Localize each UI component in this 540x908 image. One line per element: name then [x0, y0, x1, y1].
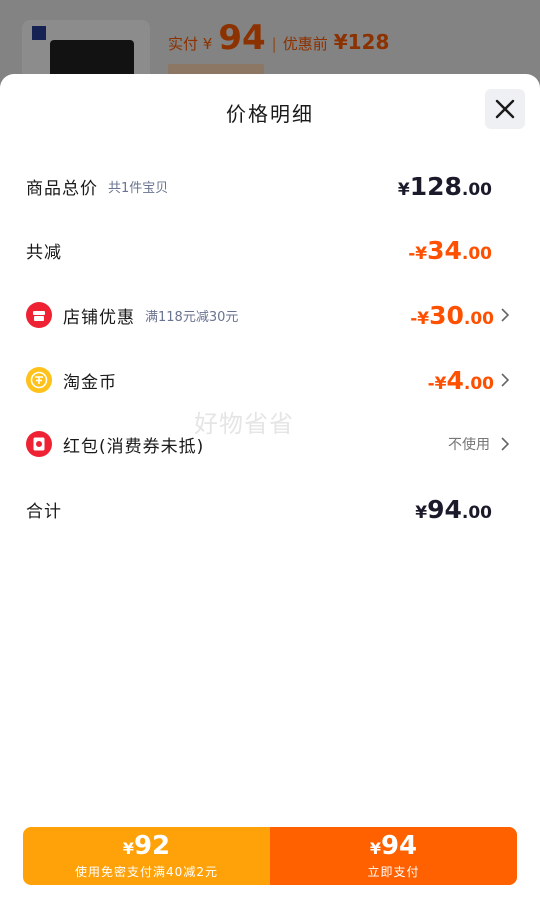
row-taobao-coin[interactable]: 淘金币 -¥ 4 .00	[26, 360, 514, 400]
pay-now-button[interactable]: ¥ 94 立即支付	[270, 827, 517, 885]
grand-total-label: 合计	[26, 501, 62, 522]
total-reduction-amount: -¥ 34 .00	[408, 235, 492, 265]
price-detail-sheet: 价格明细 商品总价 共1件宝贝 ¥ 128 .00 共减 -¥ 34 .00 店…	[0, 74, 540, 908]
password-free-pay-button[interactable]: ¥ 92 使用免密支付满40减2元	[23, 827, 270, 885]
store-discount-rule: 满118元减30元	[145, 309, 239, 325]
chevron-right-icon	[498, 373, 512, 387]
password-free-pay-label: 使用免密支付满40减2元	[75, 864, 218, 879]
store-icon	[26, 302, 52, 328]
taobao-coin-label: 淘金币	[63, 372, 117, 393]
red-packet-icon	[26, 431, 52, 457]
row-grand-total: 合计 ¥ 94 .00	[26, 489, 514, 529]
password-free-pay-price: ¥ 92	[122, 830, 171, 861]
row-total-price: 商品总价 共1件宝贝 ¥ 128 .00	[26, 166, 514, 206]
pay-now-label: 立即支付	[367, 864, 420, 879]
red-packet-label: 红包(消费券未抵)	[63, 436, 205, 457]
taobao-coin-amount: -¥ 4 .00	[428, 366, 512, 395]
red-packet-status: 不使用	[448, 434, 512, 454]
coin-icon	[26, 367, 52, 393]
total-price-amount: ¥ 128 .00	[397, 171, 492, 201]
total-reduction-label: 共减	[26, 242, 62, 263]
row-store-discount[interactable]: 店铺优惠 满118元减30元 -¥ 30 .00	[26, 295, 514, 335]
payment-button-bar: ¥ 92 使用免密支付满40减2元 ¥ 94 立即支付	[23, 827, 517, 885]
row-total-reduction: 共减 -¥ 34 .00	[26, 230, 514, 270]
close-button[interactable]	[485, 89, 525, 129]
item-count: 共1件宝贝	[108, 180, 169, 196]
store-discount-label: 店铺优惠	[63, 307, 135, 328]
sheet-title: 价格明细	[226, 102, 314, 126]
watermark: 好物省省	[194, 410, 294, 438]
chevron-right-icon	[498, 308, 512, 322]
chevron-right-icon	[498, 437, 512, 451]
grand-total-amount: ¥ 94 .00	[415, 494, 492, 524]
total-price-label: 商品总价	[26, 178, 98, 199]
close-icon	[495, 99, 515, 119]
store-discount-amount: -¥ 30 .00	[410, 301, 512, 330]
red-packet-status-text: 不使用	[448, 437, 490, 453]
pay-now-price: ¥ 94	[369, 830, 418, 861]
